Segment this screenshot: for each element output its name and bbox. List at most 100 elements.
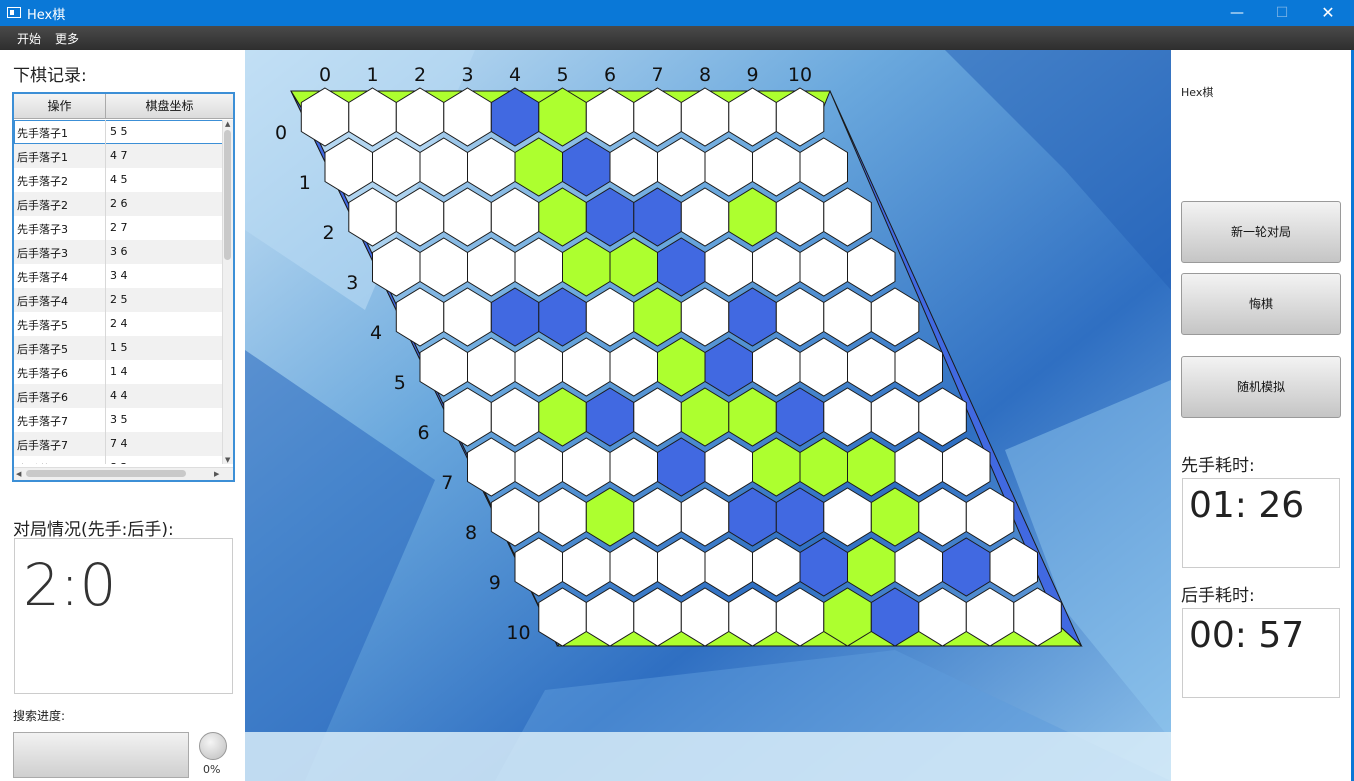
- column-label: 5: [556, 64, 568, 86]
- minimize-button[interactable]: —: [1214, 0, 1260, 26]
- cell-divider: [105, 288, 106, 312]
- row-label: 9: [489, 572, 501, 594]
- score-box: 2:0: [14, 538, 233, 694]
- cell-operation: 先手落子6: [17, 367, 68, 380]
- column-label: 1: [366, 64, 378, 86]
- cell-operation: 先手落子8: [17, 461, 68, 464]
- column-label: 0: [319, 64, 331, 86]
- cell-divider: [105, 312, 106, 336]
- cell-coordinate: 3 5: [110, 413, 128, 426]
- cell-coordinate: 5 5: [110, 125, 128, 138]
- cell-coordinate: 4 4: [110, 389, 128, 402]
- table-row[interactable]: 先手落子8 8 2: [14, 456, 223, 464]
- scroll-left-icon[interactable]: ◀: [16, 470, 21, 478]
- move-history-table[interactable]: 操作 棋盘坐标 先手落子1 5 5 后手落子1 4 7 先手落子2 4 5 后手落子2 2 6…: [12, 92, 235, 482]
- menu-start[interactable]: 开始: [17, 30, 41, 47]
- undo-button[interactable]: 悔棋: [1181, 273, 1341, 335]
- table-row[interactable]: 先手落子6 1 4: [14, 360, 223, 384]
- cell-operation: 先手落子5: [17, 319, 68, 332]
- first-player-time: 01: 26: [1189, 485, 1305, 526]
- scroll-right-icon[interactable]: ▶: [214, 470, 219, 478]
- first-player-time-box: 01: 26: [1182, 478, 1340, 568]
- match-title: 对局情况(先手:后手):: [13, 520, 174, 540]
- vertical-scroll-thumb[interactable]: [224, 130, 231, 260]
- table-row[interactable]: 后手落子6 4 4: [14, 384, 223, 408]
- table-row[interactable]: 后手落子3 3 6: [14, 240, 223, 264]
- column-label: 8: [699, 64, 711, 86]
- row-label: 8: [465, 522, 477, 544]
- table-row[interactable]: 后手落子5 1 5: [14, 336, 223, 360]
- cell-divider: [105, 408, 106, 432]
- column-label: 4: [509, 64, 521, 86]
- table-row[interactable]: 先手落子1 5 5: [14, 120, 223, 144]
- row-label: 4: [370, 322, 382, 344]
- table-row[interactable]: 先手落子7 3 5: [14, 408, 223, 432]
- game-board-area: 0 1 2 3 4 5 6 7 8 9 10 0 1 2 3 4 5 6 7 8 9 10: [245, 50, 1171, 781]
- cell-coordinate: 7 4: [110, 437, 128, 450]
- table-row[interactable]: 先手落子5 2 4: [14, 312, 223, 336]
- scroll-down-icon[interactable]: ▼: [225, 456, 230, 464]
- history-title: 下棋记录:: [13, 66, 87, 86]
- cell-divider: [105, 264, 106, 288]
- first-player-time-label: 先手耗时:: [1181, 456, 1255, 476]
- table-row[interactable]: 先手落子4 3 4: [14, 264, 223, 288]
- column-label: 6: [604, 64, 616, 86]
- cell-coordinate: 2 7: [110, 221, 128, 234]
- cell-divider: [105, 168, 106, 192]
- cell-coordinate: 8 2: [110, 461, 128, 464]
- cell-coordinate: 4 5: [110, 173, 128, 186]
- search-progress-title: 搜索进度:: [13, 709, 66, 723]
- search-progress-bar: [13, 732, 189, 778]
- cell-operation: 先手落子3: [17, 223, 68, 236]
- table-row[interactable]: 后手落子7 7 4: [14, 432, 223, 456]
- cell-coordinate: 2 4: [110, 317, 128, 330]
- cell-divider: [105, 192, 106, 216]
- cell-operation: 后手落子2: [17, 199, 68, 212]
- cell-operation: 先手落子4: [17, 271, 68, 284]
- horizontal-scroll-thumb[interactable]: [26, 470, 186, 477]
- table-row[interactable]: 先手落子2 4 5: [14, 168, 223, 192]
- app-window-icon: [7, 7, 21, 18]
- cell-coordinate: 1 5: [110, 341, 128, 354]
- table-row[interactable]: 后手落子2 2 6: [14, 192, 223, 216]
- second-player-time-box: 00: 57: [1182, 608, 1340, 698]
- column-header-coordinate[interactable]: 棋盘坐标: [106, 94, 233, 118]
- column-label: 10: [788, 64, 812, 86]
- cell-divider: [105, 336, 106, 360]
- table-row[interactable]: 先手落子3 2 7: [14, 216, 223, 240]
- row-label: 7: [441, 472, 453, 494]
- progress-indicator-icon: [199, 732, 227, 760]
- cell-divider: [105, 216, 106, 240]
- cell-operation: 后手落子5: [17, 343, 68, 356]
- hex-board[interactable]: 0 1 2 3 4 5 6 7 8 9 10 0 1 2 3 4 5 6 7 8 9 10: [245, 50, 1171, 781]
- maximize-button[interactable]: ☐: [1259, 0, 1305, 26]
- window-title: Hex棋: [27, 8, 66, 23]
- table-header: 操作 棋盘坐标: [14, 94, 233, 119]
- cell-operation: 后手落子7: [17, 439, 68, 452]
- cell-divider: [105, 432, 106, 456]
- row-label: 2: [322, 222, 334, 244]
- random-simulation-button[interactable]: 随机模拟: [1181, 356, 1341, 418]
- column-label: 7: [651, 64, 663, 86]
- vertical-scrollbar[interactable]: ▲ ▼: [222, 120, 233, 464]
- cell-divider: [105, 360, 106, 384]
- progress-percent: 0%: [203, 763, 221, 776]
- close-button[interactable]: ✕: [1305, 0, 1351, 26]
- cell-divider: [105, 144, 106, 168]
- cell-coordinate: 4 7: [110, 149, 128, 162]
- title-bar: Hex棋 — ☐ ✕: [0, 0, 1354, 26]
- table-row[interactable]: 后手落子4 2 5: [14, 288, 223, 312]
- cell-operation: 后手落子6: [17, 391, 68, 404]
- side-label: Hex棋: [1181, 86, 1214, 99]
- scroll-up-icon[interactable]: ▲: [225, 120, 230, 128]
- menu-more[interactable]: 更多: [55, 30, 79, 47]
- row-label: 0: [275, 122, 287, 144]
- cell-divider: [105, 120, 106, 144]
- column-header-operation[interactable]: 操作: [14, 94, 106, 118]
- new-game-button[interactable]: 新一轮对局: [1181, 201, 1341, 263]
- table-row[interactable]: 后手落子1 4 7: [14, 144, 223, 168]
- horizontal-scrollbar[interactable]: ◀ ▶: [14, 467, 233, 480]
- row-label: 3: [346, 272, 358, 294]
- second-player-time-label: 后手耗时:: [1181, 586, 1255, 606]
- cell-divider: [105, 240, 106, 264]
